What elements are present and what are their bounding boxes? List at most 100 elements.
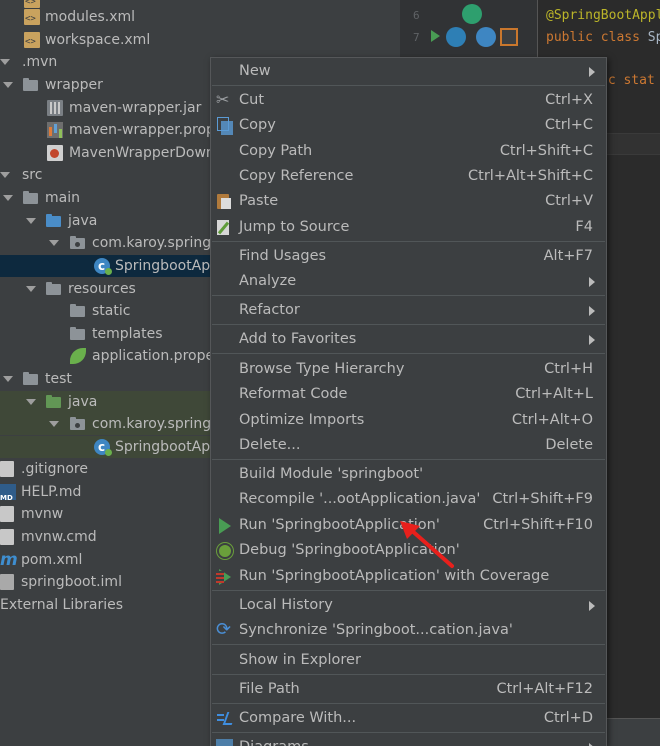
jar-file-icon — [47, 100, 63, 116]
menu-separator — [212, 644, 605, 645]
folder-icon — [23, 190, 39, 206]
submenu-arrow-icon — [589, 306, 595, 316]
submenu-arrow-icon — [589, 335, 595, 345]
menu-item-copy-path[interactable]: Copy Path Ctrl+Shift+C — [211, 139, 606, 164]
tree-label: MavenWrapperDown — [69, 145, 215, 161]
menu-item-local-history[interactable]: Local History — [211, 593, 606, 618]
menu-item-recompile[interactable]: Recompile '...ootApplication.java' Ctrl+S… — [211, 487, 606, 512]
expand-arrow-icon[interactable] — [3, 374, 13, 384]
menu-item-optimize-imports[interactable]: Optimize Imports Ctrl+Alt+O — [211, 408, 606, 433]
folder-icon — [70, 326, 86, 342]
submenu-arrow-icon — [589, 67, 595, 77]
tree-label: workspace.xml — [45, 32, 151, 48]
expand-arrow-icon[interactable] — [3, 80, 13, 90]
tree-label: java — [68, 213, 98, 229]
menu-separator — [212, 674, 605, 675]
tree-label: modules.xml — [45, 9, 136, 25]
menu-item-paste[interactable]: Paste Ctrl+V — [211, 189, 606, 214]
menu-separator — [212, 703, 605, 704]
tree-row-modules-xml[interactable]: modules.xml — [0, 6, 410, 30]
menu-item-analyze[interactable]: Analyze — [211, 269, 606, 294]
submenu-arrow-icon — [589, 601, 595, 611]
tree-label: wrapper — [45, 77, 103, 93]
menu-separator — [212, 590, 605, 591]
run-gutter-icon[interactable] — [431, 30, 440, 42]
menu-item-delete[interactable]: Delete... Delete — [211, 433, 606, 458]
menu-item-build-module[interactable]: Build Module 'springboot' — [211, 462, 606, 487]
folder-icon — [23, 371, 39, 387]
expand-arrow-icon[interactable] — [26, 216, 36, 226]
line-number: 6 — [413, 9, 420, 22]
sync-refresh-icon — [216, 617, 233, 642]
menu-item-compare-with[interactable]: Compare With... Ctrl+D — [211, 706, 606, 731]
menu-item-synchronize[interactable]: Synchronize 'Springboot...cation.java' — [211, 617, 606, 643]
tree-label: pom.xml — [21, 552, 83, 568]
tree-label: .gitignore — [21, 461, 88, 477]
menu-separator — [212, 85, 605, 86]
menu-separator — [212, 732, 605, 733]
spring-gutter-icon — [476, 27, 496, 47]
folder-icon — [23, 77, 39, 93]
tree-row-workspace-xml[interactable]: workspace.xml — [0, 29, 410, 53]
menu-item-copy-reference[interactable]: Copy Reference Ctrl+Alt+Shift+C — [211, 164, 606, 189]
tree-label: External Libraries — [0, 597, 123, 613]
menu-item-cut[interactable]: CutCtrl+X — [211, 87, 606, 113]
properties-file-icon — [47, 122, 63, 138]
menu-item-jump-to-source[interactable]: Jump to Source F4 — [211, 215, 606, 240]
expand-arrow-icon[interactable] — [0, 57, 10, 67]
package-icon — [70, 416, 86, 432]
expand-arrow-icon[interactable] — [26, 284, 36, 294]
expand-arrow-icon[interactable] — [49, 238, 59, 248]
text-file-icon — [0, 461, 14, 477]
context-menu: New CutCtrl+X CopyCtrl+C Copy PathCtrl+S… — [210, 57, 607, 746]
menu-item-find-usages[interactable]: Find Usages Alt+F7 — [211, 244, 606, 269]
menu-item-refactor[interactable]: Refactor — [211, 298, 606, 323]
scissors-icon — [216, 87, 233, 112]
submenu-arrow-icon — [589, 277, 595, 287]
tree-label: com.karoy.spring — [92, 416, 212, 432]
class-gutter-icon — [446, 27, 466, 47]
menu-item-copy[interactable]: Copy Ctrl+C — [211, 113, 606, 138]
menu-separator — [212, 324, 605, 325]
menu-item-run[interactable]: Run 'SpringbootApplication' Ctrl+Shift+F1… — [211, 513, 606, 538]
expand-arrow-icon[interactable] — [49, 419, 59, 429]
code-line-8: ic stat — [600, 73, 655, 88]
tree-label: static — [92, 303, 131, 319]
tree-label: SpringbootAp — [115, 258, 211, 274]
expand-arrow-icon[interactable] — [26, 397, 36, 407]
menu-item-debug[interactable]: Debug 'SpringbootApplication' — [211, 538, 606, 563]
tree-label: springboot.iml — [21, 574, 122, 590]
menu-separator — [212, 353, 605, 354]
expand-arrow-icon[interactable] — [0, 170, 10, 180]
maven-m-icon: m — [0, 550, 18, 570]
menu-item-browse-type-hierarchy[interactable]: Browse Type Hierarchy Ctrl+H — [211, 357, 606, 382]
tree-label: mvnw — [21, 506, 64, 522]
module-file-icon — [0, 574, 14, 590]
tree-label: maven-wrapper.prop — [69, 122, 215, 138]
text-file-icon — [0, 506, 14, 522]
menu-item-show-in-explorer[interactable]: Show in Explorer — [211, 648, 606, 673]
menu-separator — [212, 459, 605, 460]
spring-bean-icon — [462, 4, 482, 24]
paste-clipboard-icon — [216, 193, 233, 210]
menu-item-diagrams[interactable]: Diagrams — [211, 735, 606, 746]
tree-label: test — [45, 371, 72, 387]
tree-label: SpringbootAp — [115, 439, 211, 455]
expand-arrow-icon[interactable] — [3, 193, 13, 203]
xml-file-icon — [24, 8, 40, 30]
debug-bug-icon — [216, 542, 233, 559]
tree-label: .mvn — [22, 54, 58, 70]
menu-item-run-with-coverage[interactable]: Run 'SpringbootApplication' with Coverag… — [211, 564, 606, 589]
menu-item-reformat-code[interactable]: Reformat Code Ctrl+Alt+L — [211, 382, 606, 407]
test-folder-icon — [46, 394, 62, 410]
menu-item-new[interactable]: New — [211, 59, 606, 84]
menu-item-add-to-favorites[interactable]: Add to Favorites — [211, 327, 606, 352]
menu-separator — [212, 241, 605, 242]
folder-icon — [70, 303, 86, 319]
copy-icon — [216, 117, 233, 135]
diagram-icon — [216, 739, 233, 746]
menu-item-file-path[interactable]: File Path Ctrl+Alt+F12 — [211, 677, 606, 702]
code-line-6: @SpringBootAppl — [546, 8, 660, 23]
menu-separator — [212, 295, 605, 296]
edit-source-icon — [216, 219, 233, 236]
